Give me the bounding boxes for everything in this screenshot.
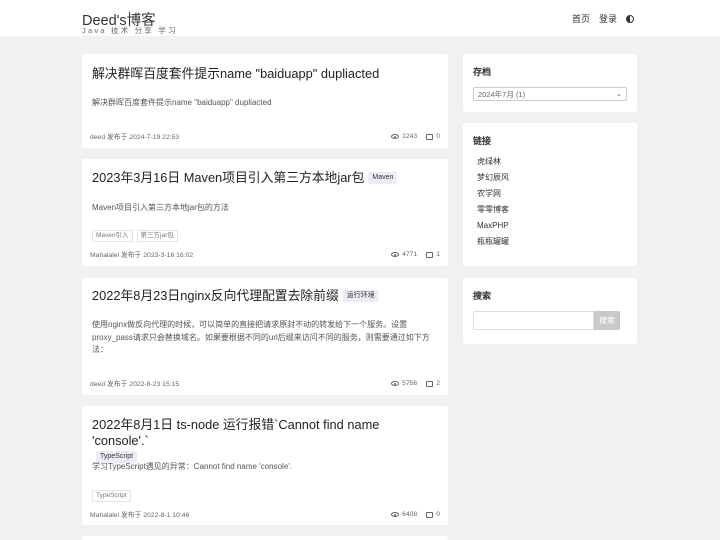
archive-select[interactable]: 2024年7月 (1) ⌄ <box>473 87 627 101</box>
eye-icon <box>391 252 400 257</box>
post-stats: 1243 0 <box>391 133 440 140</box>
post-summary: 使用nginx做反向代理的时候，可以简单的直接把请求原封不动的转发给下一个服务。… <box>92 320 430 354</box>
view-count: 1243 <box>402 133 418 140</box>
links-widget: 链接 虎绿林 梦幻辰风 农学网 零零博客 MaxPHP 瓶瓶罐罐 <box>463 123 637 266</box>
post-tag[interactable]: Maven引入 <box>92 230 133 242</box>
search-button[interactable]: 搜索 <box>594 311 620 330</box>
link-item[interactable]: 瓶瓶罐罐 <box>477 237 509 253</box>
post-tags: Maven引入 第三方jar包 <box>92 230 178 242</box>
link-item[interactable]: 农学网 <box>477 189 509 205</box>
chevron-down-icon: ⌄ <box>616 91 622 98</box>
eye-icon <box>391 512 400 517</box>
post-title-text[interactable]: 2022年8月23日nginx反向代理配置去除前缀 <box>92 288 339 303</box>
post-title-text[interactable]: 2022年8月1日 ts-node 运行报错`Cannot find name … <box>92 417 379 448</box>
post-card <box>82 536 448 540</box>
post-title[interactable]: 解决群晖百度套件提示name "baiduapp" dupliacted <box>92 66 379 82</box>
widget-title: 搜索 <box>473 291 492 301</box>
search-input[interactable] <box>473 311 594 330</box>
widget-title: 存档 <box>473 67 492 77</box>
post-title[interactable]: 2023年3月16日 Maven项目引入第三方本地jar包 Maven <box>92 170 398 186</box>
comment-count: 0 <box>436 511 440 518</box>
archive-widget: 存档 2024年7月 (1) ⌄ <box>463 54 637 112</box>
link-item[interactable]: 虎绿林 <box>477 157 509 173</box>
post-title[interactable]: 2022年8月23日nginx反向代理配置去除前缀 运行环境 <box>92 288 379 304</box>
site-tagline: Java 技术 分享 学习 <box>82 26 178 35</box>
search-widget: 搜索 搜索 <box>463 278 637 344</box>
view-count: 4771 <box>402 251 418 258</box>
archive-select-value: 2024年7月 (1) <box>478 89 526 99</box>
widget-title: 链接 <box>473 136 492 146</box>
post-stats: 5756 2 <box>391 380 440 387</box>
link-item[interactable]: MaxPHP <box>477 221 509 237</box>
post-meta: Mahalalel 发布于 2022-8-1 10:46 <box>90 512 190 519</box>
theme-toggle-icon[interactable] <box>626 14 634 23</box>
site-header: Deed's博客 Java 技术 分享 学习 首页 登录 <box>0 0 720 36</box>
comment-count: 1 <box>436 251 440 258</box>
links-list: 虎绿林 梦幻辰风 农学网 零零博客 MaxPHP 瓶瓶罐罐 <box>477 157 509 253</box>
post-meta: Mahalalel 发布于 2023-3-16 16:02 <box>90 252 194 259</box>
post-meta: deed 发布于 2024-7-19 22:53 <box>90 134 180 141</box>
view-count: 6408 <box>402 511 418 518</box>
link-item[interactable]: 零零博客 <box>477 205 509 221</box>
post-tag[interactable]: 第三方jar包 <box>136 230 178 242</box>
post-card: 2023年3月16日 Maven项目引入第三方本地jar包 Maven Maven… <box>82 159 448 266</box>
comment-icon <box>426 380 434 387</box>
post-stats: 4771 1 <box>391 251 440 258</box>
post-title[interactable]: 2022年8月1日 ts-node 运行报错`Cannot find name … <box>92 417 432 465</box>
post-tag[interactable]: TypeScript <box>92 490 131 502</box>
view-count: 5756 <box>402 380 418 387</box>
nav-home-link[interactable]: 首页 <box>572 12 590 25</box>
post-title-text[interactable]: 2023年3月16日 Maven项目引入第三方本地jar包 <box>92 170 364 185</box>
link-item[interactable]: 梦幻辰风 <box>477 173 509 189</box>
post-card: 解决群晖百度套件提示name "baiduapp" dupliacted 解决群… <box>82 54 448 148</box>
eye-icon <box>391 381 400 386</box>
post-summary: Maven项目引入第三方本地jar包的方法 <box>92 203 229 212</box>
category-badge[interactable]: 运行环境 <box>342 290 379 302</box>
comment-count: 2 <box>436 380 440 387</box>
post-stats: 6408 0 <box>391 511 440 518</box>
post-summary: 解决群晖百度套件提示name "baiduapp" dupliacted <box>92 98 272 107</box>
comment-icon <box>426 133 434 140</box>
post-meta: deed 发布于 2022-8-23 15:15 <box>90 381 180 388</box>
comment-icon <box>426 511 434 518</box>
top-nav: 首页 登录 <box>572 12 634 25</box>
post-tags: TypeScript <box>92 490 131 502</box>
post-card: 2022年8月23日nginx反向代理配置去除前缀 运行环境 使用nginx做反向… <box>82 278 448 395</box>
category-badge[interactable]: Maven <box>368 172 398 184</box>
comment-icon <box>426 251 434 258</box>
comment-count: 0 <box>436 133 440 140</box>
nav-login-link[interactable]: 登录 <box>599 12 617 25</box>
post-card: 2022年8月1日 ts-node 运行报错`Cannot find name … <box>82 406 448 525</box>
post-summary: 学习TypeScript遇见的异常：Cannot find name 'cons… <box>92 462 293 471</box>
eye-icon <box>391 134 400 139</box>
